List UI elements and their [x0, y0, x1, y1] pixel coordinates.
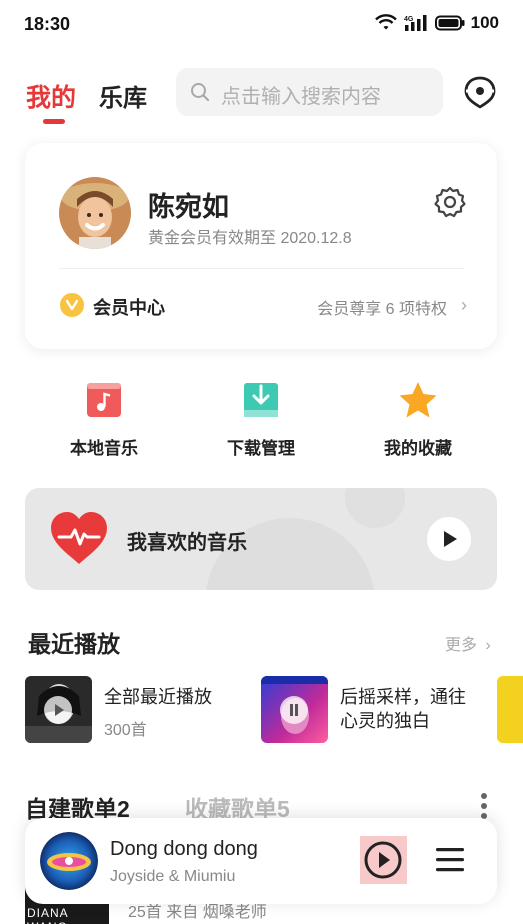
star-icon: [399, 382, 437, 418]
quick-action-local-music[interactable]: 本地音乐: [44, 380, 164, 460]
wifi-icon: [374, 14, 397, 30]
settings-gear-icon[interactable]: [433, 185, 467, 219]
card-divider: [59, 268, 464, 269]
quick-action-label: 本地音乐: [70, 439, 138, 458]
download-icon: [244, 383, 278, 417]
top-nav: 我的 乐库 点击输入搜索内容: [0, 66, 523, 124]
playlist-cover-text: DIANA WANG: [27, 906, 69, 924]
username: 陈宛如: [148, 192, 229, 222]
recent-item-title: 后摇采样，通往 心灵的独白: [340, 687, 466, 731]
recent-item-all[interactable]: 全部最近播放 300首: [25, 676, 255, 744]
vip-badge-icon: [60, 293, 84, 317]
more-vert-icon[interactable]: [478, 792, 490, 820]
play-icon: [55, 704, 64, 716]
section-title-recent: 最近播放: [28, 631, 120, 657]
recent-cover: [497, 676, 523, 743]
now-playing-artist: Joyside & Miumiu: [110, 868, 236, 885]
tab-library[interactable]: 乐库: [99, 78, 147, 113]
search-icon: [191, 83, 210, 102]
svg-text:4G: 4G: [404, 16, 414, 23]
search-placeholder: 点击输入搜索内容: [221, 86, 381, 108]
vip-expire-text: 黄金会员有效期至 2020.12.8: [148, 230, 352, 247]
recent-item-post-rock[interactable]: 后摇采样，通往 心灵的独白: [261, 676, 491, 744]
local-music-icon: [87, 383, 121, 417]
chevron-right-icon: ›: [485, 637, 491, 654]
member-center-link[interactable]: 会员中心: [93, 294, 165, 320]
pause-icon: [290, 704, 298, 716]
status-time: 18:30: [24, 14, 71, 34]
now-playing-title: Dong dong dong: [110, 838, 258, 860]
recent-cover: [25, 676, 92, 743]
recent-pause-overlay[interactable]: [280, 696, 308, 724]
quick-action-label: 我的收藏: [384, 439, 452, 458]
favorite-music-label: 我喜欢的音乐: [127, 532, 247, 554]
tab-mine[interactable]: 我的: [26, 78, 76, 114]
more-label: 更多: [445, 637, 478, 654]
status-bar: 18:30 4G 100: [0, 0, 523, 48]
mini-player[interactable]: Dong dong dong Joyside & Miumiu: [25, 818, 497, 904]
status-icons: 4G 100: [374, 13, 499, 33]
quick-action-download[interactable]: 下载管理: [201, 380, 321, 460]
quick-action-favorites[interactable]: 我的收藏: [358, 380, 478, 460]
assistant-icon[interactable]: [462, 74, 498, 110]
more-link[interactable]: 更多 ›: [445, 631, 491, 655]
banner-decoration: [345, 488, 405, 528]
now-playing-cover[interactable]: [40, 832, 98, 890]
avatar[interactable]: [59, 177, 131, 249]
battery-icon: [434, 15, 465, 31]
play-circle-icon: [364, 841, 402, 879]
player-play-button[interactable]: [360, 836, 407, 884]
member-privilege-link[interactable]: 会员尊享 6 项特权: [317, 295, 447, 319]
favorite-play-button[interactable]: [427, 517, 471, 561]
tab-indicator: [43, 119, 65, 124]
play-icon: [444, 531, 457, 547]
playlist-queue-icon[interactable]: [435, 846, 465, 874]
profile-card: 陈宛如 黄金会员有效期至 2020.12.8 会员中心 会员尊享 6 项特权 ›: [25, 143, 497, 349]
recent-item-title: 全部最近播放: [104, 687, 212, 707]
signal-icon: 4G: [404, 15, 427, 31]
quick-action-label: 下载管理: [227, 439, 295, 458]
favorite-music-banner[interactable]: 我喜欢的音乐: [25, 488, 497, 590]
chevron-right-icon[interactable]: ›: [461, 295, 467, 316]
recent-item-count: 300首: [104, 722, 147, 739]
recent-item-partial[interactable]: [497, 676, 523, 744]
battery-percent: 100: [470, 13, 499, 32]
recent-cover: [261, 676, 328, 743]
recent-play-overlay[interactable]: [44, 696, 72, 724]
heart-pulse-icon: [51, 512, 107, 564]
search-input[interactable]: 点击输入搜索内容: [176, 68, 443, 116]
